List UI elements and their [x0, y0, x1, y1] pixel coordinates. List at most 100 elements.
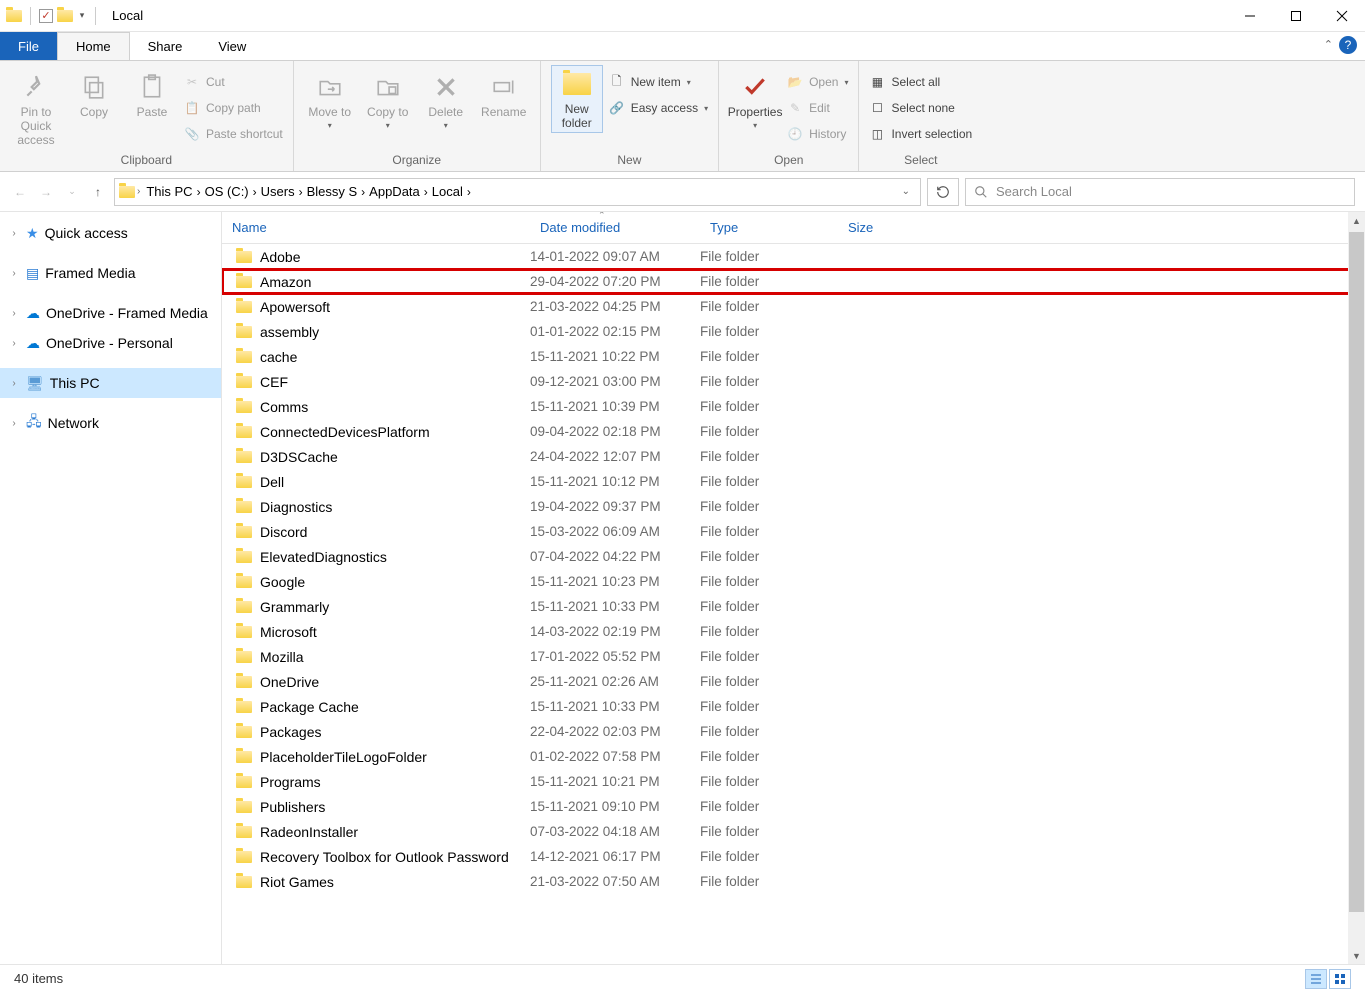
- select-none-button[interactable]: ☐Select none: [869, 97, 972, 119]
- table-row[interactable]: Packages22-04-2022 02:03 PMFile folder: [222, 719, 1365, 744]
- tab-share[interactable]: Share: [130, 32, 201, 60]
- table-row[interactable]: Dell15-11-2021 10:12 PMFile folder: [222, 469, 1365, 494]
- table-row[interactable]: Adobe14-01-2022 09:07 AMFile folder: [222, 244, 1365, 269]
- table-row[interactable]: Programs15-11-2021 10:21 PMFile folder: [222, 769, 1365, 794]
- table-row[interactable]: Riot Games21-03-2022 07:50 AMFile folder: [222, 869, 1365, 894]
- sidebar-item[interactable]: ›🖥This PC: [0, 368, 221, 398]
- scroll-down-icon[interactable]: ▼: [1348, 947, 1365, 964]
- select-all-button[interactable]: ▦Select all: [869, 71, 972, 93]
- delete-button[interactable]: Delete▾: [420, 65, 472, 130]
- scroll-thumb[interactable]: [1349, 232, 1364, 912]
- copy-to-button[interactable]: Copy to▾: [362, 65, 414, 130]
- expand-icon[interactable]: ›: [8, 378, 20, 389]
- table-row[interactable]: Mozilla17-01-2022 05:52 PMFile folder: [222, 644, 1365, 669]
- header-name[interactable]: Name: [222, 220, 530, 235]
- table-row[interactable]: D3DSCache24-04-2022 12:07 PMFile folder: [222, 444, 1365, 469]
- rename-button[interactable]: Rename: [478, 65, 530, 119]
- invert-selection-button[interactable]: ◫Invert selection: [869, 123, 972, 145]
- new-folder-button[interactable]: New folder: [551, 65, 603, 133]
- expand-icon[interactable]: ›: [8, 338, 20, 349]
- pin-quick-access-button[interactable]: Pin to Quick access: [10, 65, 62, 147]
- file-type: File folder: [700, 399, 838, 414]
- copy-path-button[interactable]: 📋Copy path: [184, 97, 283, 119]
- recent-locations-button[interactable]: ⌄: [62, 182, 82, 202]
- file-name: PlaceholderTileLogoFolder: [260, 749, 427, 765]
- file-type: File folder: [700, 499, 838, 514]
- maximize-button[interactable]: [1273, 0, 1319, 32]
- table-row[interactable]: Package Cache15-11-2021 10:33 PMFile fol…: [222, 694, 1365, 719]
- breadcrumb-segment[interactable]: Local: [428, 184, 467, 199]
- qat-newfolder-icon[interactable]: [57, 10, 73, 22]
- table-row[interactable]: OneDrive25-11-2021 02:26 AMFile folder: [222, 669, 1365, 694]
- breadcrumb-segment[interactable]: AppData: [365, 184, 424, 199]
- refresh-button[interactable]: [927, 178, 959, 206]
- minimize-button[interactable]: [1227, 0, 1273, 32]
- close-button[interactable]: [1319, 0, 1365, 32]
- tab-file[interactable]: File: [0, 32, 57, 60]
- table-row[interactable]: Discord15-03-2022 06:09 AMFile folder: [222, 519, 1365, 544]
- table-row[interactable]: ElevatedDiagnostics07-04-2022 04:22 PMFi…: [222, 544, 1365, 569]
- header-type[interactable]: Type: [700, 220, 838, 235]
- search-input[interactable]: Search Local: [965, 178, 1355, 206]
- breadcrumb-segment[interactable]: OS (C:): [201, 184, 253, 199]
- tab-view[interactable]: View: [200, 32, 264, 60]
- table-row[interactable]: RadeonInstaller07-03-2022 04:18 AMFile f…: [222, 819, 1365, 844]
- breadcrumb-segment[interactable]: Users: [257, 184, 299, 199]
- cut-button[interactable]: ✂Cut: [184, 71, 283, 93]
- qat-customize-icon[interactable]: ▾: [77, 10, 87, 21]
- sidebar-item[interactable]: ›☁OneDrive - Framed Media: [0, 298, 221, 328]
- qat-properties-icon[interactable]: ✓: [39, 9, 53, 23]
- move-to-button[interactable]: Move to▾: [304, 65, 356, 130]
- table-row[interactable]: CEF09-12-2021 03:00 PMFile folder: [222, 369, 1365, 394]
- properties-button[interactable]: Properties▾: [729, 65, 781, 130]
- table-row[interactable]: ConnectedDevicesPlatform09-04-2022 02:18…: [222, 419, 1365, 444]
- table-row[interactable]: Diagnostics19-04-2022 09:37 PMFile folde…: [222, 494, 1365, 519]
- table-row[interactable]: assembly01-01-2022 02:15 PMFile folder: [222, 319, 1365, 344]
- breadcrumb-bar[interactable]: › This PC›OS (C:)›Users›Blessy S›AppData…: [114, 178, 921, 206]
- file-type: File folder: [700, 299, 838, 314]
- sidebar-item[interactable]: ›☁OneDrive - Personal: [0, 328, 221, 358]
- breadcrumb-segment[interactable]: Blessy S: [303, 184, 362, 199]
- edit-icon: ✎: [787, 100, 803, 116]
- copy-button[interactable]: Copy: [68, 65, 120, 119]
- paste-button[interactable]: Paste: [126, 65, 178, 119]
- breadcrumb-segment[interactable]: This PC: [142, 184, 196, 199]
- table-row[interactable]: Recovery Toolbox for Outlook Password14-…: [222, 844, 1365, 869]
- table-row[interactable]: Microsoft14-03-2022 02:19 PMFile folder: [222, 619, 1365, 644]
- open-button[interactable]: 📂Open ▾: [787, 71, 848, 93]
- sidebar-item[interactable]: ›🖧Network: [0, 408, 221, 438]
- scrollbar[interactable]: ▲ ▼: [1348, 212, 1365, 964]
- table-row[interactable]: Apowersoft21-03-2022 04:25 PMFile folder: [222, 294, 1365, 319]
- paste-shortcut-button[interactable]: 📎Paste shortcut: [184, 123, 283, 145]
- up-button[interactable]: ↑: [88, 182, 108, 202]
- table-row[interactable]: PlaceholderTileLogoFolder01-02-2022 07:5…: [222, 744, 1365, 769]
- details-view-button[interactable]: [1305, 969, 1327, 989]
- tab-home[interactable]: Home: [57, 32, 130, 60]
- scroll-up-icon[interactable]: ▲: [1348, 212, 1365, 229]
- table-row[interactable]: Comms15-11-2021 10:39 PMFile folder: [222, 394, 1365, 419]
- new-item-button[interactable]: 🗋New item ▾: [609, 71, 708, 93]
- edit-button[interactable]: ✎Edit: [787, 97, 848, 119]
- header-date[interactable]: Date modified: [530, 220, 700, 235]
- thumbnails-view-button[interactable]: [1329, 969, 1351, 989]
- sidebar-item[interactable]: ›★Quick access: [0, 218, 221, 248]
- expand-icon[interactable]: ›: [8, 228, 20, 239]
- expand-icon[interactable]: ›: [8, 268, 20, 279]
- back-button[interactable]: ←: [10, 182, 30, 202]
- table-row[interactable]: Publishers15-11-2021 09:10 PMFile folder: [222, 794, 1365, 819]
- header-size[interactable]: Size: [838, 220, 958, 235]
- table-row[interactable]: Google15-11-2021 10:23 PMFile folder: [222, 569, 1365, 594]
- address-dropdown-icon[interactable]: ⌄: [896, 186, 916, 197]
- forward-button[interactable]: →: [36, 182, 56, 202]
- easy-access-button[interactable]: 🔗Easy access ▾: [609, 97, 708, 119]
- table-row[interactable]: Grammarly15-11-2021 10:33 PMFile folder: [222, 594, 1365, 619]
- sidebar-label: This PC: [50, 375, 100, 391]
- table-row[interactable]: cache15-11-2021 10:22 PMFile folder: [222, 344, 1365, 369]
- collapse-ribbon-icon[interactable]: ⌃: [1324, 38, 1333, 51]
- sidebar-item[interactable]: ›▤Framed Media: [0, 258, 221, 288]
- help-icon[interactable]: ?: [1339, 36, 1357, 54]
- table-row[interactable]: Amazon29-04-2022 07:20 PMFile folder: [222, 269, 1365, 294]
- expand-icon[interactable]: ›: [8, 308, 20, 319]
- history-button[interactable]: 🕘History: [787, 123, 848, 145]
- expand-icon[interactable]: ›: [8, 418, 20, 429]
